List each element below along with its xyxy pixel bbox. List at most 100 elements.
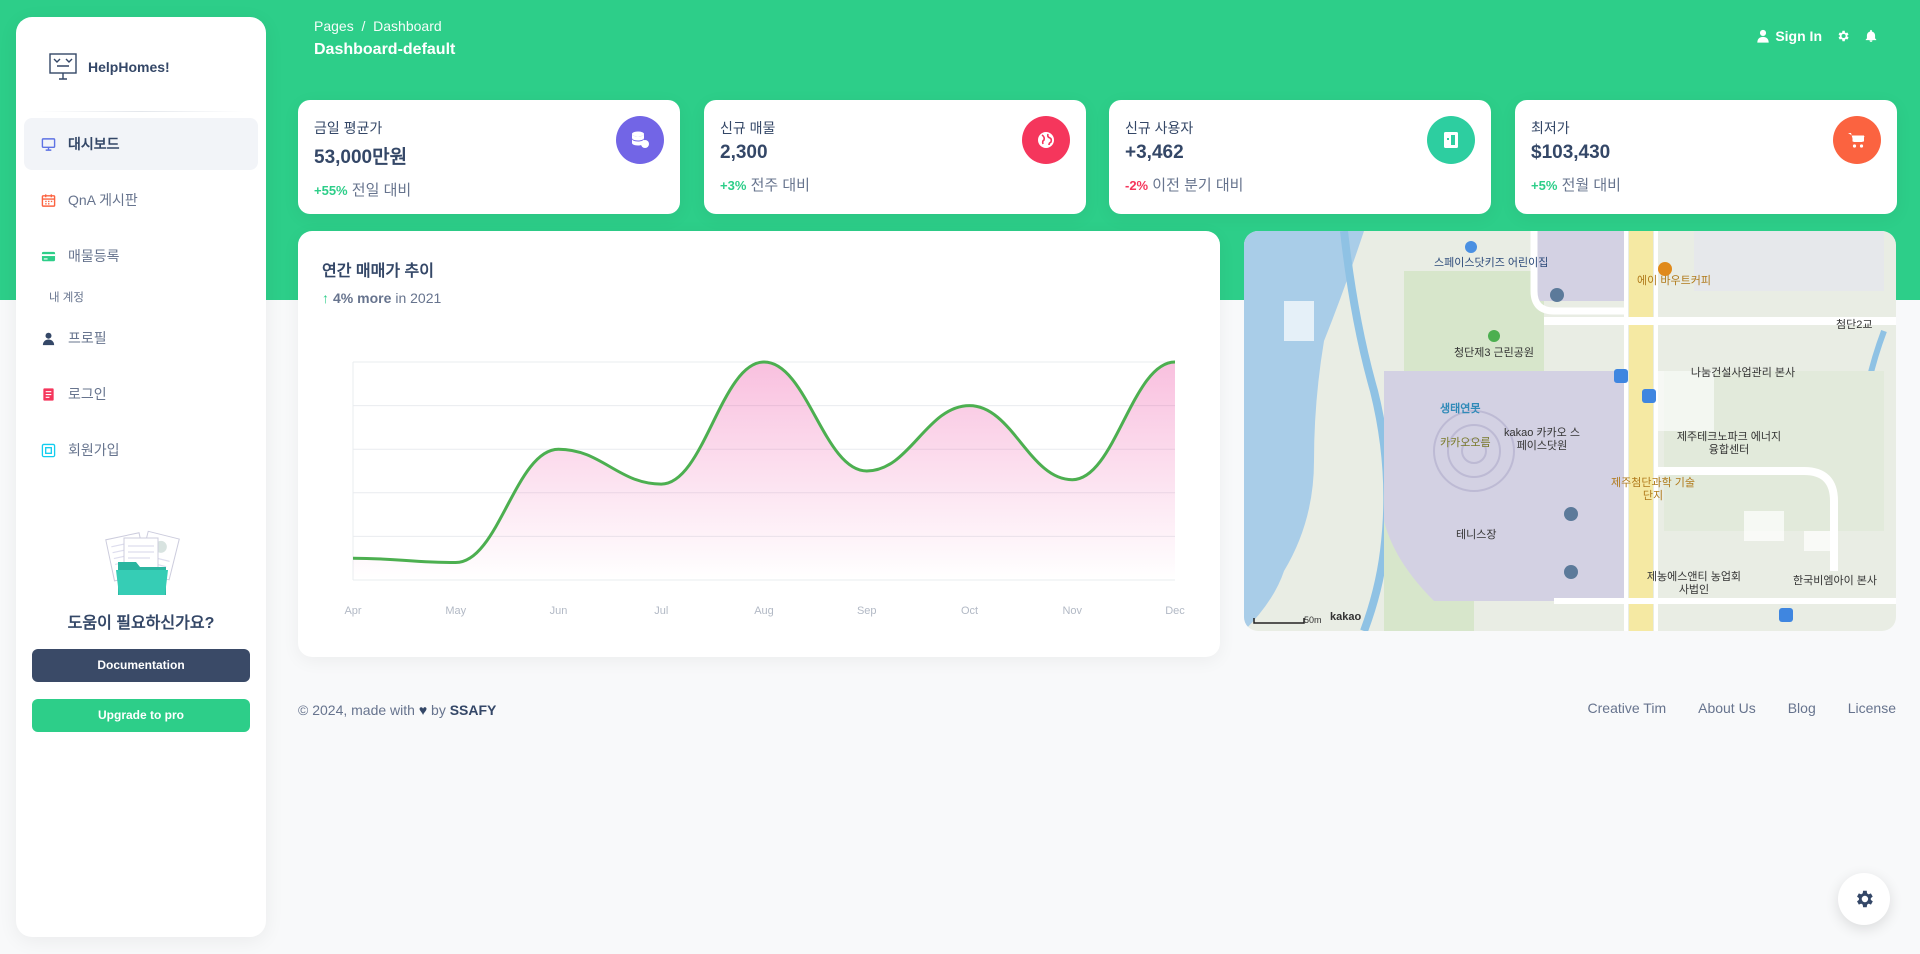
logo-icon	[49, 53, 77, 80]
sidebar-item-label: QnA 게시판	[68, 192, 138, 208]
sidebar-item-label: 회원가입	[68, 442, 120, 458]
stat-change: +55%	[314, 183, 348, 198]
help-text: 도움이 필요하신가요?	[67, 615, 215, 632]
sidebar-section-title: 내 계정	[49, 292, 84, 304]
footer-author-link[interactable]: SSAFY	[450, 702, 497, 718]
breadcrumb-current: Dashboard	[373, 18, 442, 34]
stat-footer: +3% 전주 대비	[720, 174, 1070, 195]
sign-in-link[interactable]: Sign In	[1756, 28, 1822, 44]
map-label: 첨단2교	[1836, 319, 1873, 331]
stat-value: $103,430	[1531, 142, 1611, 163]
x-tick-label: Oct	[961, 605, 978, 617]
sidebar-item-dashboard[interactable]: 대시보드	[24, 118, 258, 170]
sign-in-label: Sign In	[1775, 28, 1822, 44]
map-label: 스페이스닷키즈 어린이집	[1434, 257, 1549, 269]
map-label: 청단제3 근린공원	[1454, 347, 1535, 359]
gear-icon[interactable]	[1836, 29, 1850, 43]
stat-change-text: 전월 대비	[1561, 177, 1621, 194]
settings-fab-button[interactable]	[1838, 873, 1890, 925]
map-label: 에이 바우트커피	[1637, 275, 1711, 287]
footer-link-license[interactable]: License	[1848, 700, 1896, 716]
footer-link-about-us[interactable]: About Us	[1698, 700, 1756, 716]
stat-change: +5%	[1531, 178, 1558, 193]
footer-by: by	[431, 702, 446, 718]
map-label: kakao 카카오 스페이스닷원	[1504, 427, 1580, 452]
map-label: 제주첨단과학 기술단지	[1610, 477, 1695, 502]
sidebar-item-label: 대시보드	[68, 136, 120, 152]
map-label: 제농에스앤티 농업회사법인	[1646, 571, 1742, 596]
breadcrumb-root[interactable]: Pages	[314, 18, 354, 34]
map-label: 한국비엠아이 본사	[1792, 575, 1877, 587]
map-label: 테니스장	[1456, 529, 1497, 541]
x-tick-label: May	[445, 605, 466, 617]
stat-card-avg-price: 금일 평균가 53,000만원 +55% 전일 대비	[298, 100, 680, 214]
map-attribution: kakao	[1330, 611, 1362, 623]
sidebar-item-login[interactable]: 로그인	[24, 368, 258, 420]
sales-chart-card: 연간 매매가 추이 ↑ 4% more in 2021 Apr May Jun Jul…	[298, 231, 1220, 657]
stat-change: -2%	[1125, 178, 1149, 193]
map-label: 카카오오름	[1440, 437, 1491, 449]
folder-illustration-icon	[105, 530, 180, 595]
stat-badge	[1833, 116, 1881, 164]
x-tick-label: Aug	[754, 605, 774, 617]
database-icon	[632, 131, 649, 148]
x-tick-label: Jul	[654, 605, 668, 617]
sidebar-item-listing[interactable]: 매물등록	[24, 230, 258, 282]
stat-change-text: 전주 대비	[750, 177, 810, 194]
map-view[interactable]: 스페이스닷키즈 어린이집 청단제3 근린공원 생태연못 카카오오름 kakao …	[1244, 231, 1896, 631]
footer-copyright: © 2024, made with ♥ by SSAFY	[298, 702, 496, 718]
top-actions: Sign In	[1756, 28, 1878, 44]
line-chart: Apr May Jun Jul Aug Sep Oct Nov Dec	[344, 360, 1185, 617]
sidebar-item-label: 로그인	[68, 386, 107, 402]
stat-label: 금일 평균가	[314, 120, 383, 136]
sidebar-item-profile[interactable]: 프로필	[24, 312, 258, 364]
breadcrumb: Pages / Dashboard	[314, 18, 442, 34]
user-icon	[40, 330, 56, 346]
stat-footer: +5% 전월 대비	[1531, 174, 1881, 195]
sidebar-item-label: 매물등록	[68, 248, 120, 264]
stat-value: 53,000만원	[314, 147, 408, 168]
stat-label: 신규 사용자	[1125, 120, 1194, 136]
x-tick-label: Apr	[344, 605, 361, 617]
stat-label: 최저가	[1531, 120, 1570, 136]
stat-footer: +55% 전일 대비	[314, 179, 664, 200]
stat-change-text: 이전 분기 대비	[1152, 177, 1244, 194]
stat-card-new-listings: 신규 매물 2,300 +3% 전주 대비	[704, 100, 1086, 214]
footer-link-creative-tim[interactable]: Creative Tim	[1588, 700, 1667, 716]
x-tick-label: Nov	[1062, 605, 1082, 617]
document-icon	[1444, 132, 1458, 148]
sidebar-item-qna[interactable]: QnA 게시판	[24, 174, 258, 226]
stat-change: +3%	[720, 178, 747, 193]
stat-value: +3,462	[1125, 142, 1184, 163]
documentation-button[interactable]: Documentation	[32, 649, 250, 682]
credit-card-icon	[40, 248, 56, 264]
x-tick-label: Dec	[1165, 605, 1185, 617]
sidebar: HelpHomes! 대시보드 QnA 게시판 매물등록 내 계정 프로필 로그…	[16, 17, 266, 937]
footer-link-blog[interactable]: Blog	[1788, 700, 1816, 716]
stat-change-text: 전일 대비	[351, 182, 412, 199]
stat-badge	[616, 116, 664, 164]
map-label: 생태연못	[1440, 403, 1481, 415]
id-card-icon	[40, 442, 56, 458]
heart-icon: ♥	[418, 702, 428, 718]
cart-icon	[1848, 133, 1865, 148]
series-area	[353, 362, 1175, 580]
stat-label: 신규 매물	[720, 120, 776, 136]
calendar-icon	[40, 192, 56, 208]
user-icon	[1757, 29, 1770, 43]
monitor-icon	[40, 136, 56, 152]
brand-name: HelpHomes!	[88, 59, 170, 75]
map-scale-label: 50m	[1304, 615, 1322, 625]
globe-icon	[1038, 132, 1054, 148]
breadcrumb-separator: /	[361, 18, 366, 34]
stat-card-lowest-price: 최저가 $103,430 +5% 전월 대비	[1515, 100, 1897, 214]
brand[interactable]: HelpHomes!	[16, 37, 266, 97]
document-icon	[40, 386, 56, 402]
bell-icon[interactable]	[1864, 29, 1878, 43]
footer-copyright-text: © 2024, made with	[298, 702, 415, 718]
help-box: 도움이 필요하신가요? Documentation Upgrade to pro	[16, 528, 266, 732]
upgrade-button[interactable]: Upgrade to pro	[32, 699, 250, 732]
stat-card-new-users: 신규 사용자 +3,462 -2% 이전 분기 대비	[1109, 100, 1491, 214]
sidebar-item-signup[interactable]: 회원가입	[24, 424, 258, 476]
page-title: Dashboard-default	[314, 41, 456, 58]
